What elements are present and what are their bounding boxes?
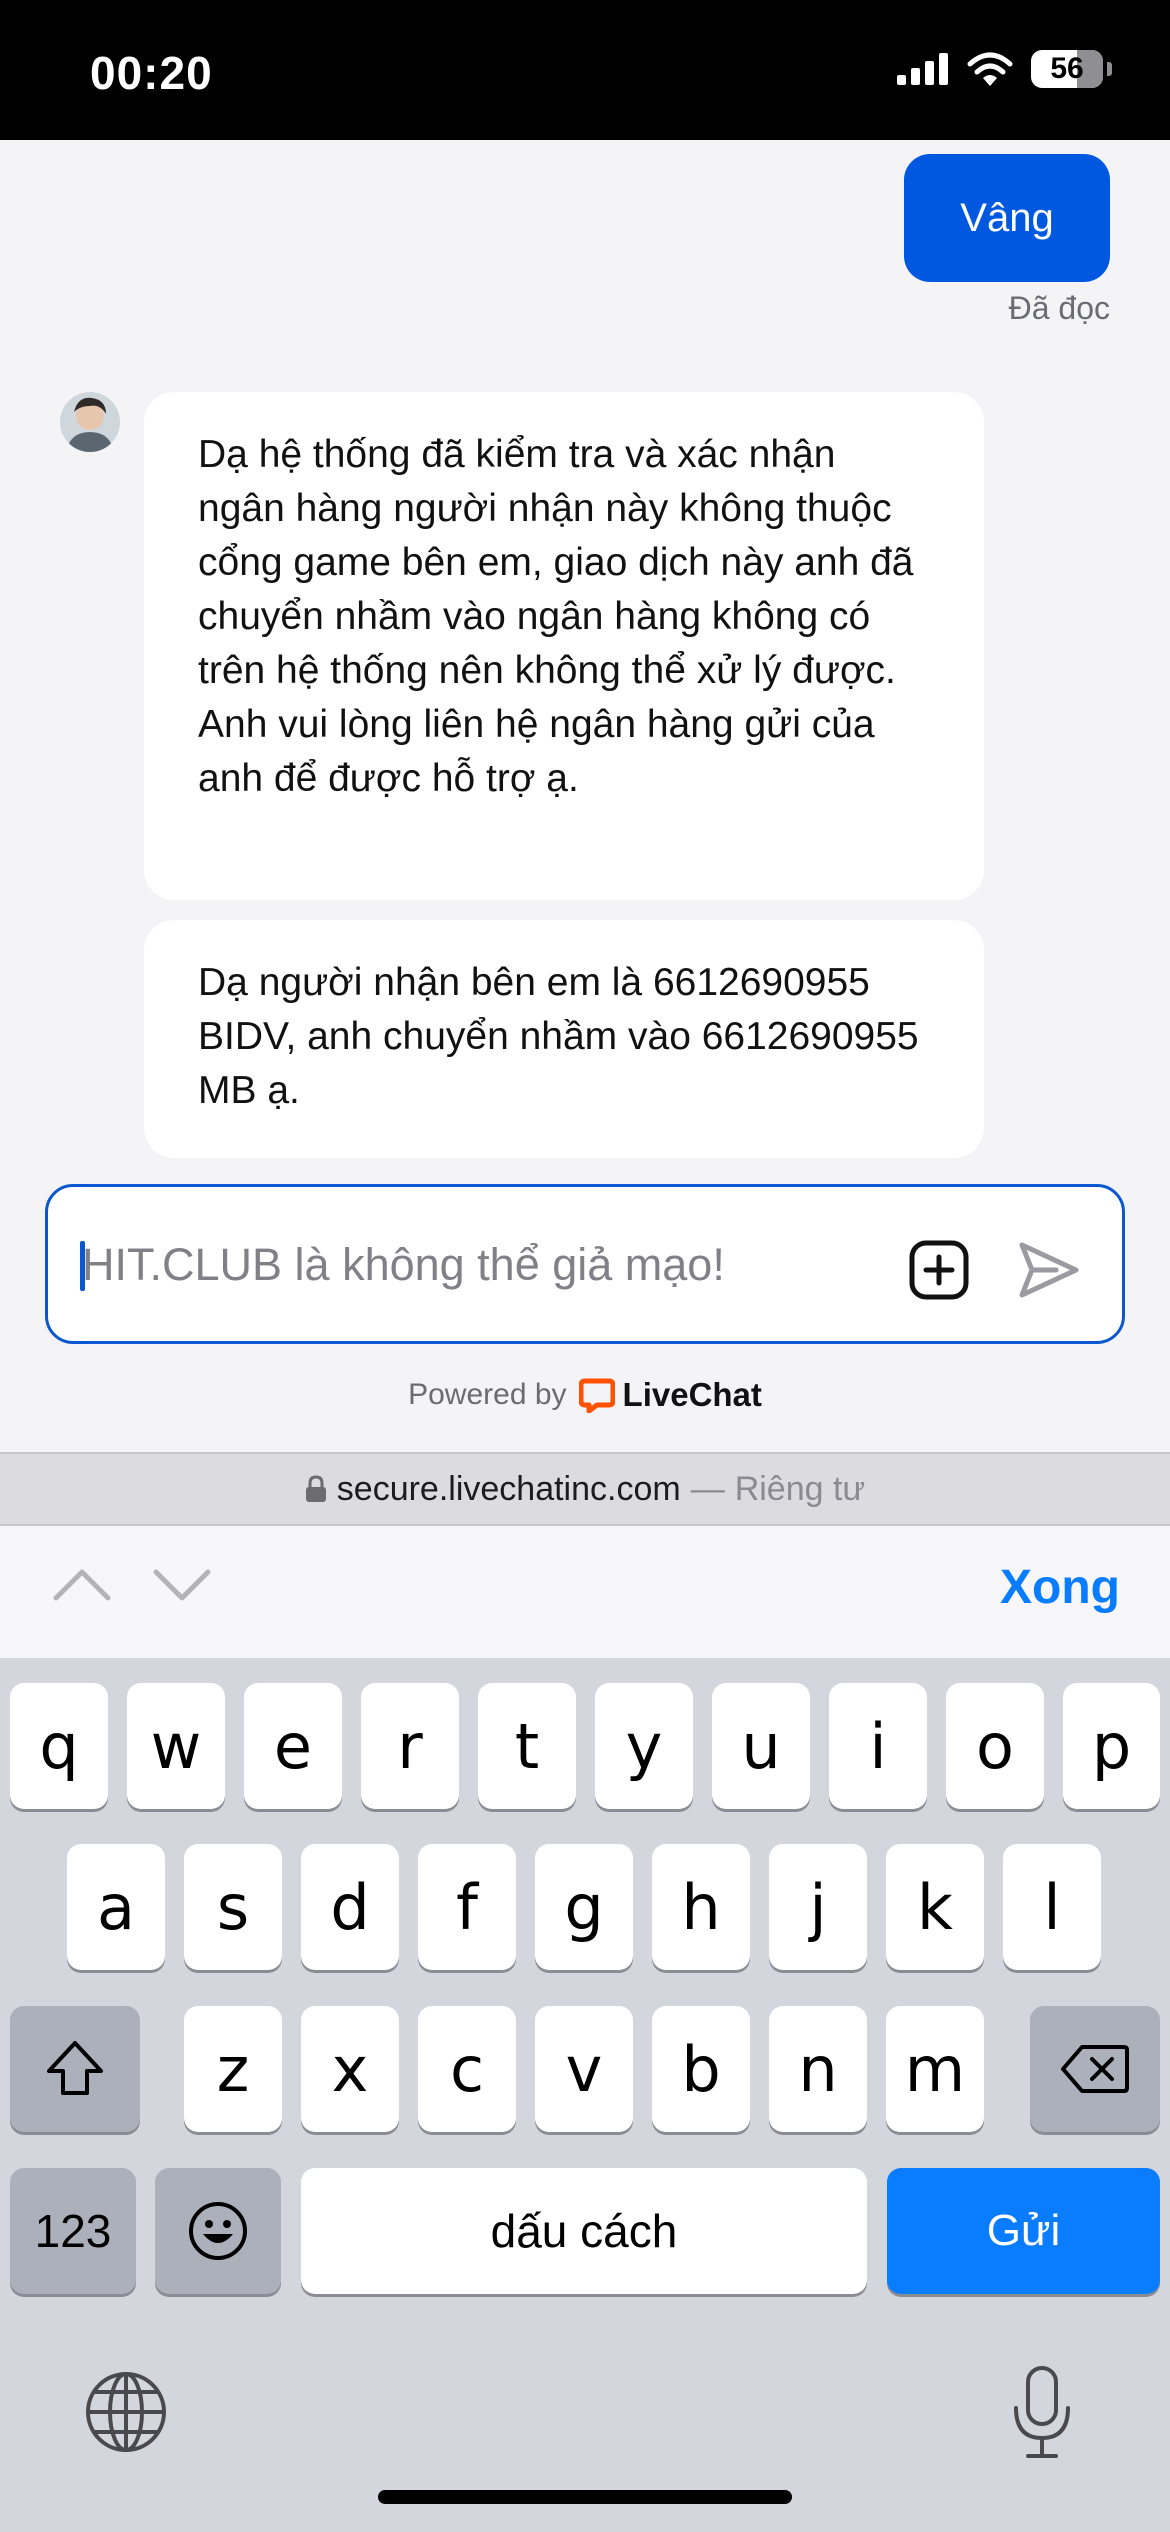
home-indicator (378, 2490, 792, 2504)
chevron-up-icon[interactable] (52, 1564, 112, 1604)
powered-by[interactable]: Powered by LiveChat (0, 1376, 1170, 1414)
emoji-icon (189, 2202, 247, 2260)
key-o[interactable]: o (946, 1683, 1044, 1809)
wifi-icon (967, 52, 1013, 86)
send-icon[interactable] (1016, 1239, 1082, 1301)
status-icons: 56 (897, 50, 1112, 88)
keyboard-accessory-bar: Xong (0, 1526, 1170, 1658)
message-input[interactable] (78, 1233, 922, 1297)
key-n[interactable]: n (769, 2006, 867, 2132)
key-j[interactable]: j (769, 1844, 867, 1970)
key-a[interactable]: a (67, 1844, 165, 1970)
shift-key[interactable] (10, 2006, 140, 2132)
battery-level: 56 (1050, 52, 1084, 85)
url-domain: secure.livechatinc.com (336, 1469, 681, 1508)
numbers-key[interactable]: 123 (10, 2168, 136, 2294)
microphone-icon[interactable] (1008, 2364, 1076, 2460)
space-key[interactable]: dấu cách (301, 2168, 867, 2294)
url-bar[interactable]: secure.livechatinc.com — Riêng tư (0, 1452, 1170, 1526)
key-z[interactable]: z (184, 2006, 282, 2132)
key-y[interactable]: y (595, 1683, 693, 1809)
key-q[interactable]: q (10, 1683, 108, 1809)
send-key[interactable]: Gửi (887, 2168, 1160, 2294)
key-v[interactable]: v (535, 2006, 633, 2132)
key-k[interactable]: k (886, 1844, 984, 1970)
chevron-down-icon[interactable] (152, 1564, 212, 1604)
keyboard: q w e r t y u i o p a s d f g h j k l z … (0, 1658, 1170, 2532)
user-message-bubble: Vâng (904, 154, 1110, 282)
key-x[interactable]: x (301, 2006, 399, 2132)
key-g[interactable]: g (535, 1844, 633, 1970)
read-receipt: Đã đọc (1008, 290, 1110, 326)
key-e[interactable]: e (244, 1683, 342, 1809)
key-u[interactable]: u (712, 1683, 810, 1809)
livechat-brand: LiveChat (622, 1376, 762, 1413)
key-t[interactable]: t (478, 1683, 576, 1809)
livechat-logo[interactable]: LiveChat (578, 1376, 762, 1414)
backspace-icon (1061, 2045, 1129, 2093)
message-composer[interactable] (45, 1184, 1125, 1344)
key-r[interactable]: r (361, 1683, 459, 1809)
chat-transcript[interactable]: Vâng Đã đọc Dạ hệ thống đã kiểm tra và x… (0, 140, 1170, 1452)
lock-icon (305, 1475, 326, 1502)
plus-square-icon[interactable] (908, 1239, 970, 1301)
shift-icon (47, 2041, 103, 2095)
done-button[interactable]: Xong (1000, 1560, 1120, 1615)
key-w[interactable]: w (127, 1683, 225, 1809)
key-l[interactable]: l (1003, 1844, 1101, 1970)
key-p[interactable]: p (1063, 1683, 1160, 1809)
key-f[interactable]: f (418, 1844, 516, 1970)
key-m[interactable]: m (886, 2006, 984, 2132)
agent-message-bubble: Dạ hệ thống đã kiểm tra và xác nhận ngân… (144, 392, 984, 900)
url-separator: — (690, 1469, 725, 1508)
signal-icon (897, 53, 948, 85)
key-d[interactable]: d (301, 1844, 399, 1970)
globe-icon[interactable] (84, 2370, 168, 2454)
privacy-label: Riêng tư (734, 1469, 866, 1508)
agent-avatar (60, 392, 120, 452)
status-bar: 00:20 56 (0, 0, 1170, 140)
livechat-logo-icon (578, 1378, 615, 1413)
battery-icon: 56 (1031, 50, 1103, 88)
key-c[interactable]: c (418, 2006, 516, 2132)
key-h[interactable]: h (652, 1844, 750, 1970)
status-time: 00:20 (90, 47, 213, 99)
powered-by-label: Powered by (408, 1378, 567, 1411)
key-s[interactable]: s (184, 1844, 282, 1970)
emoji-key[interactable] (155, 2168, 281, 2294)
agent-message-bubble: Dạ người nhận bên em là 6612690955 BIDV,… (144, 920, 984, 1158)
backspace-key[interactable] (1030, 2006, 1160, 2132)
key-i[interactable]: i (829, 1683, 927, 1809)
key-b[interactable]: b (652, 2006, 750, 2132)
